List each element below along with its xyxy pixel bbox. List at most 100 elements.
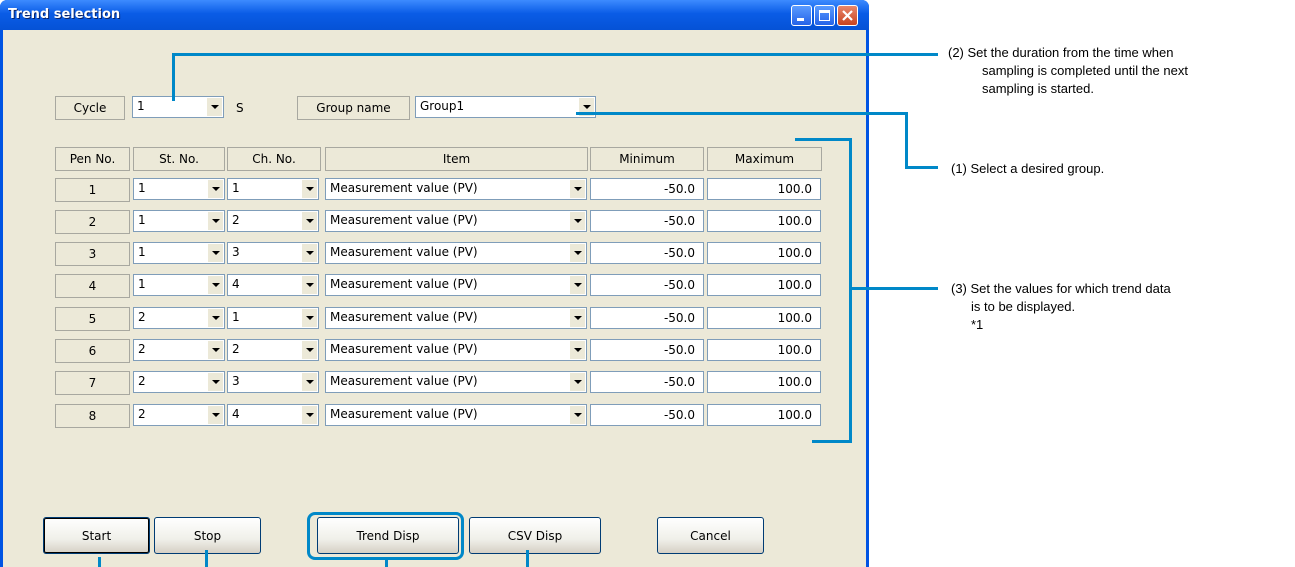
ch-no-select-value: 1 [232, 310, 240, 324]
group-name-value: Group1 [420, 99, 465, 113]
column-header-pen-no: Pen No. [55, 147, 130, 171]
chevron-down-icon [569, 406, 585, 424]
item-select[interactable]: Measurement value (PV) [325, 371, 587, 393]
st-no-select-value: 1 [138, 245, 146, 259]
column-header-item: Item [325, 147, 588, 171]
minimum-input[interactable]: -50.0 [590, 178, 704, 200]
pen-no-cell: 5 [55, 307, 130, 331]
chevron-down-icon [301, 309, 317, 327]
cycle-label: Cycle [55, 96, 125, 120]
item-select-value: Measurement value (PV) [330, 374, 478, 388]
chevron-down-icon [569, 212, 585, 230]
maximize-button[interactable] [814, 5, 835, 26]
ch-no-select[interactable]: 3 [227, 242, 319, 264]
chevron-down-icon [301, 244, 317, 262]
minimum-input[interactable]: -50.0 [590, 242, 704, 264]
callout-line-values [849, 287, 938, 290]
st-no-select-value: 1 [138, 277, 146, 291]
chevron-down-icon [207, 244, 223, 262]
minimize-button[interactable] [791, 5, 812, 26]
st-no-select-value: 2 [138, 342, 146, 356]
maximum-input[interactable]: 100.0 [707, 274, 821, 296]
st-no-select[interactable]: 2 [133, 307, 225, 329]
start-button[interactable]: Start [43, 517, 150, 554]
bracket-side [849, 138, 852, 443]
annotation-2: (2) Set the duration from the time when … [948, 45, 1188, 96]
maximum-input[interactable]: 100.0 [707, 242, 821, 264]
item-select-value: Measurement value (PV) [330, 277, 478, 291]
close-button[interactable] [837, 5, 858, 26]
item-select[interactable]: Measurement value (PV) [325, 242, 587, 264]
ch-no-select[interactable]: 1 [227, 307, 319, 329]
stop-button[interactable]: Stop [154, 517, 261, 554]
column-header-maximum: Maximum [707, 147, 822, 171]
st-no-select[interactable]: 1 [133, 178, 225, 200]
ch-no-select[interactable]: 1 [227, 178, 319, 200]
st-no-select[interactable]: 2 [133, 339, 225, 361]
trend-disp-highlight [307, 512, 464, 560]
chevron-down-icon [569, 341, 585, 359]
chevron-down-icon [569, 309, 585, 327]
cancel-button[interactable]: Cancel [657, 517, 764, 554]
close-icon [842, 10, 853, 21]
bracket-top [795, 138, 851, 141]
ch-no-select[interactable]: 3 [227, 371, 319, 393]
maximum-input[interactable]: 100.0 [707, 404, 821, 426]
maximum-input[interactable]: 100.0 [707, 178, 821, 200]
minimum-input[interactable]: -50.0 [590, 404, 704, 426]
st-no-select-value: 1 [138, 213, 146, 227]
chevron-down-icon [206, 98, 222, 116]
st-no-select[interactable]: 1 [133, 210, 225, 232]
maximize-icon [819, 10, 830, 21]
pen-no-cell: 8 [55, 404, 130, 428]
item-select[interactable]: Measurement value (PV) [325, 339, 587, 361]
maximum-input[interactable]: 100.0 [707, 371, 821, 393]
chevron-down-icon [301, 212, 317, 230]
chevron-down-icon [301, 180, 317, 198]
minimum-input[interactable]: -50.0 [590, 210, 704, 232]
item-select[interactable]: Measurement value (PV) [325, 178, 587, 200]
chevron-down-icon [301, 406, 317, 424]
maximum-input[interactable]: 100.0 [707, 339, 821, 361]
group-name-label: Group name [297, 96, 410, 120]
bracket-bottom [812, 440, 852, 443]
column-header-minimum: Minimum [590, 147, 704, 171]
st-no-select-value: 2 [138, 374, 146, 388]
st-no-select[interactable]: 2 [133, 404, 225, 426]
maximum-input[interactable]: 100.0 [707, 307, 821, 329]
item-select[interactable]: Measurement value (PV) [325, 404, 587, 426]
title-bar[interactable]: Trend selection [0, 0, 869, 30]
item-select[interactable]: Measurement value (PV) [325, 274, 587, 296]
chevron-down-icon [569, 373, 585, 391]
maximum-input[interactable]: 100.0 [707, 210, 821, 232]
minimum-input[interactable]: -50.0 [590, 371, 704, 393]
pen-no-cell: 4 [55, 274, 130, 298]
column-header-st-no: St. No. [133, 147, 225, 171]
item-select-value: Measurement value (PV) [330, 181, 478, 195]
item-select[interactable]: Measurement value (PV) [325, 210, 587, 232]
chevron-down-icon [207, 309, 223, 327]
pen-no-cell: 6 [55, 339, 130, 363]
item-select[interactable]: Measurement value (PV) [325, 307, 587, 329]
dialog-body: Cycle 1 S Group name Group1 Pen No. St. N… [3, 30, 866, 567]
st-no-select[interactable]: 1 [133, 274, 225, 296]
ch-no-select-value: 4 [232, 407, 240, 421]
window-title: Trend selection [8, 7, 121, 22]
chevron-down-icon [207, 406, 223, 424]
ch-no-select[interactable]: 2 [227, 210, 319, 232]
cycle-select[interactable]: 1 [132, 96, 224, 118]
minimum-input[interactable]: -50.0 [590, 307, 704, 329]
minimum-input[interactable]: -50.0 [590, 339, 704, 361]
minimum-input[interactable]: -50.0 [590, 274, 704, 296]
ch-no-select[interactable]: 4 [227, 404, 319, 426]
ch-no-select[interactable]: 2 [227, 339, 319, 361]
csv-disp-button[interactable]: CSV Disp [469, 517, 601, 554]
st-no-select[interactable]: 1 [133, 242, 225, 264]
callout-line-cycle-vertical [172, 53, 175, 101]
pen-no-cell: 1 [55, 178, 130, 202]
ch-no-select-value: 2 [232, 213, 240, 227]
group-name-select[interactable]: Group1 [415, 96, 596, 118]
ch-no-select[interactable]: 4 [227, 274, 319, 296]
cycle-unit: S [236, 101, 244, 115]
st-no-select[interactable]: 2 [133, 371, 225, 393]
